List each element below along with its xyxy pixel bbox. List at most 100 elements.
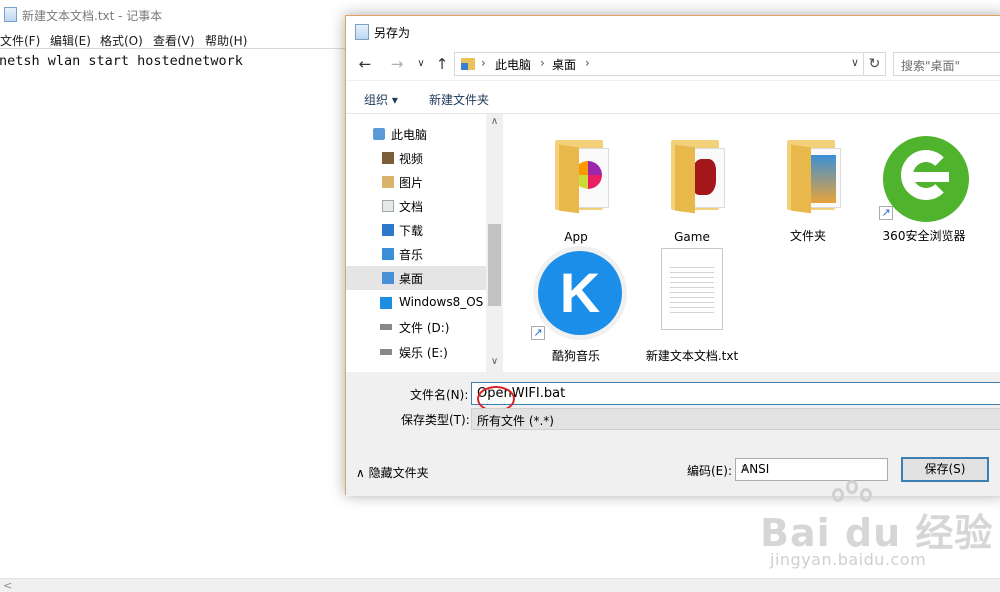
drive-icon — [380, 324, 392, 330]
nav-item-pictures[interactable]: 图片 — [346, 170, 486, 194]
text-file-icon — [661, 248, 723, 330]
shortcut-arrow-icon: ↗ — [879, 206, 893, 220]
menu-file[interactable]: 文件(F) — [0, 32, 40, 49]
nav-item-windows8-os[interactable]: Windows8_OS — [346, 291, 486, 315]
downloads-folder-icon — [382, 224, 394, 236]
drive-icon — [380, 349, 392, 355]
notepad-icon — [355, 24, 369, 40]
navigation-pane: 此电脑 视频 图片 文档 下载 音乐 桌面 Windows8_OS 文件 (D:… — [346, 114, 503, 372]
notepad-text[interactable]: netsh wlan start hostednetwork — [0, 53, 243, 69]
folder-icon — [671, 140, 729, 214]
filetype-label: 保存类型(T): — [401, 413, 470, 427]
video-folder-icon — [382, 152, 394, 164]
folder-icon — [555, 140, 613, 214]
pictures-folder-icon — [382, 176, 394, 188]
up-arrow-icon[interactable]: ↑ — [432, 54, 452, 74]
breadcrumb-this-pc[interactable]: 此电脑 — [495, 56, 531, 73]
file-list: App Game 文件夹 ↗ 360安全浏览器 K ↗ 酷狗音乐 新建文本文档.… — [503, 114, 1000, 372]
nav-item-drive-d[interactable]: 文件 (D:) — [346, 315, 486, 339]
menu-help[interactable]: 帮助(H) — [205, 32, 247, 49]
nav-item-label: 桌面 — [399, 272, 424, 286]
scrollbar-thumb[interactable] — [488, 224, 501, 306]
nav-item-desktop[interactable]: 桌面 — [346, 266, 486, 290]
shortcut-arrow-icon: ↗ — [531, 326, 545, 340]
menu-edit[interactable]: 编辑(E) — [50, 32, 91, 49]
save-button[interactable]: 保存(S) — [901, 457, 989, 482]
nav-item-videos[interactable]: 视频 — [346, 146, 486, 170]
scroll-down-icon[interactable]: ∨ — [488, 356, 501, 367]
file-item-app[interactable]: App — [521, 126, 631, 244]
nav-item-music[interactable]: 音乐 — [346, 242, 486, 266]
navigation-bar: ← → ∨ ↑ › 此电脑 › 桌面 › ∨ ↻ 搜索"桌面" — [346, 48, 1000, 80]
nav-item-documents[interactable]: 文档 — [346, 194, 486, 218]
scroll-left-icon[interactable]: < — [3, 579, 12, 592]
file-item-kugou-music[interactable]: K ↗ 酷狗音乐 — [521, 246, 631, 364]
horizontal-scrollbar[interactable]: < — [0, 578, 1000, 592]
breadcrumb-separator-icon[interactable]: › — [585, 56, 590, 70]
desktop-folder-icon — [461, 58, 475, 70]
nav-item-label: 此电脑 — [391, 128, 428, 142]
file-item-label: App — [564, 230, 588, 244]
search-input[interactable]: 搜索"桌面" — [893, 52, 1000, 76]
baidu-watermark: Bai du 经验 jingyan.baidu.com — [760, 480, 995, 580]
organize-button[interactable]: 组织 ▾ — [364, 91, 398, 108]
encoding-select[interactable]: ANSI ∨ — [735, 458, 888, 481]
file-item-game[interactable]: Game — [637, 126, 747, 244]
nav-item-label: 音乐 — [399, 248, 424, 262]
chevron-up-icon: ∧ — [356, 466, 369, 480]
windows-drive-icon — [380, 297, 392, 309]
file-item-label: 文件夹 — [789, 229, 826, 243]
nav-item-label: 文件 (D:) — [399, 321, 450, 335]
file-item-label: 360安全浏览器 — [882, 229, 966, 243]
filename-input[interactable]: OpenWIFI.bat — [471, 382, 1000, 412]
nav-item-label: 图片 — [399, 176, 424, 190]
hide-folders-label: 隐藏文件夹 — [368, 466, 429, 480]
desktop-folder-icon — [382, 272, 394, 284]
menu-format[interactable]: 格式(O) — [100, 32, 143, 49]
notepad-icon — [4, 7, 17, 22]
nav-pane-scrollbar[interactable]: ∧ ∨ — [486, 114, 503, 372]
nav-item-drive-e[interactable]: 娱乐 (E:) — [346, 340, 486, 364]
kugou-icon: K — [533, 246, 627, 340]
breadcrumb-separator-icon[interactable]: › — [540, 56, 545, 70]
nav-item-this-pc[interactable]: 此电脑 — [346, 122, 486, 146]
file-item-label: Game — [674, 230, 710, 244]
breadcrumb-separator-icon[interactable]: › — [481, 56, 486, 70]
dialog-toolbar: 组织 ▾ 新建文件夹 — [346, 80, 1000, 114]
watermark-brand: Bai du 经验 — [760, 511, 994, 555]
menu-view[interactable]: 查看(V) — [153, 32, 195, 49]
filetype-value: 所有文件 (*.*) — [477, 414, 554, 428]
nav-item-label: 文档 — [399, 200, 424, 214]
save-as-dialog: 另存为 ← → ∨ ↑ › 此电脑 › 桌面 › ∨ ↻ 搜索"桌面" 组织 ▾… — [345, 15, 1000, 496]
forward-arrow-icon[interactable]: → — [387, 54, 407, 74]
refresh-icon[interactable]: ↻ — [864, 52, 886, 76]
notepad-title: 新建文本文档.txt - 记事本 — [22, 9, 163, 23]
browser-e-icon — [883, 136, 969, 222]
chevron-down-icon: ∨ — [741, 463, 749, 474]
nav-item-label: 下载 — [399, 224, 424, 238]
back-arrow-icon[interactable]: ← — [355, 54, 375, 74]
computer-icon — [373, 128, 385, 140]
documents-folder-icon — [382, 200, 394, 212]
file-item-label: 新建文本文档.txt — [645, 349, 739, 363]
hide-folders-toggle[interactable]: ∧ 隐藏文件夹 — [356, 464, 429, 481]
dialog-title: 另存为 — [374, 26, 411, 40]
file-item-360-browser[interactable]: ↗ 360安全浏览器 — [869, 126, 979, 244]
recent-dropdown-icon[interactable]: ∨ — [411, 54, 431, 74]
address-bar[interactable]: › 此电脑 › 桌面 › ∨ — [454, 52, 864, 76]
scroll-up-icon[interactable]: ∧ — [488, 116, 501, 127]
folder-icon — [787, 140, 845, 214]
nav-item-label: 娱乐 (E:) — [399, 346, 448, 360]
breadcrumb-desktop[interactable]: 桌面 — [552, 56, 576, 73]
nav-item-downloads[interactable]: 下载 — [346, 218, 486, 242]
dialog-title-bar: 另存为 — [346, 16, 1000, 48]
nav-item-label: 视频 — [399, 152, 424, 166]
new-folder-button[interactable]: 新建文件夹 — [429, 91, 489, 108]
file-item-text-document[interactable]: 新建文本文档.txt — [637, 246, 747, 364]
nav-item-label: Windows8_OS — [399, 295, 484, 309]
dialog-bottom-panel: 文件名(N): OpenWIFI.bat 保存类型(T): 所有文件 (*.*)… — [346, 372, 1000, 496]
filetype-select[interactable]: 所有文件 (*.*) — [471, 408, 1000, 430]
file-item-folder[interactable]: 文件夹 — [753, 126, 863, 244]
address-dropdown-icon[interactable]: ∨ — [851, 56, 859, 69]
watermark-url: jingyan.baidu.com — [770, 550, 927, 569]
